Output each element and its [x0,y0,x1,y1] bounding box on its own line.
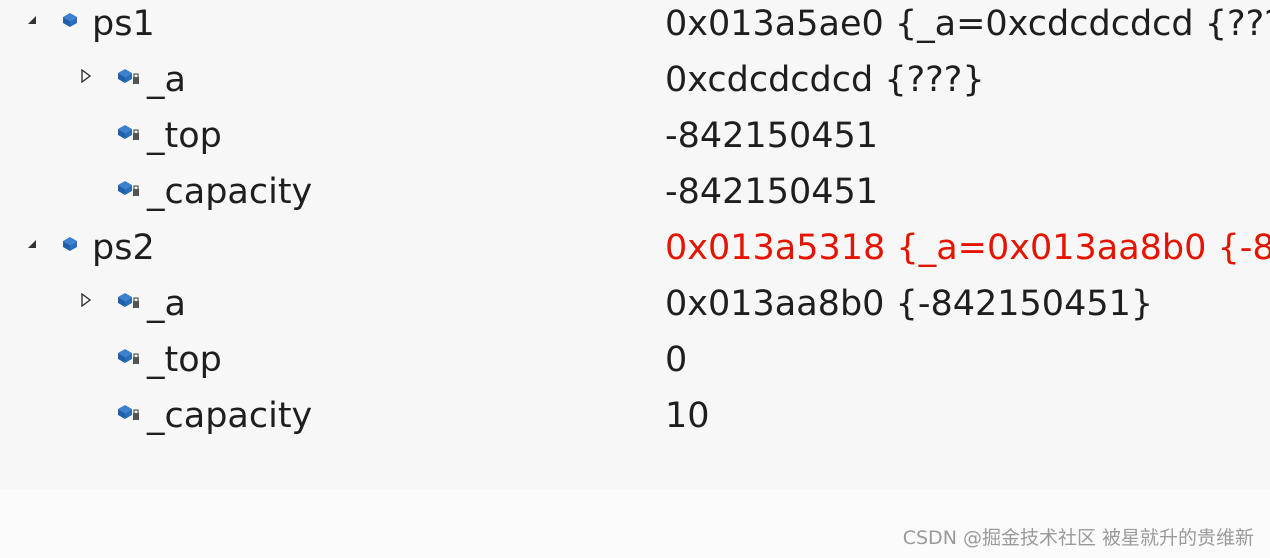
variable-name: _capacity [147,396,313,436]
object-icon [62,236,80,252]
object-icon [62,12,80,28]
variable-value[interactable]: 10 [665,394,1270,438]
watch-row-top[interactable]: _top -842150451 [0,112,1270,168]
member-field-icon [118,124,139,140]
variable-value[interactable]: -842150451 [665,170,1270,214]
member-field-icon [118,180,139,196]
watch-row-a[interactable]: _a 0xcdcdcdcd {???} [0,56,1270,112]
variable-value-changed[interactable]: 0x013a5318 {_a=0x013aa8b0 {-842150451} _… [665,226,1270,270]
variable-name: _a [147,60,186,100]
collapse-arrow-icon[interactable] [78,68,94,84]
watch-window: ps1 0x013a5ae0 {_a=0xcdcdcdcd {???} _top… [0,0,1270,490]
variable-name: _top [147,116,222,156]
watch-row-capacity[interactable]: _capacity 10 [0,392,1270,448]
expand-arrow-icon[interactable] [24,236,40,252]
expand-arrow-icon[interactable] [24,12,40,28]
collapse-arrow-icon[interactable] [78,292,94,308]
watch-row-a[interactable]: _a 0x013aa8b0 {-842150451} [0,280,1270,336]
variable-name: ps1 [92,4,155,44]
watch-row-ps2[interactable]: ps2 0x013a5318 {_a=0x013aa8b0 {-84215045… [0,224,1270,280]
member-field-icon [118,68,139,84]
watch-row-top[interactable]: _top 0 [0,336,1270,392]
variable-value[interactable]: 0x013a5ae0 {_a=0xcdcdcdcd {???} _top=-84… [665,2,1270,46]
variable-value[interactable]: 0xcdcdcdcd {???} [665,58,1270,102]
member-field-icon [118,348,139,364]
member-field-icon [118,292,139,308]
watch-row-capacity[interactable]: _capacity -842150451 [0,168,1270,224]
footer-strip: CSDN @掘金技术社区 被星就升的贵维新 [0,490,1270,558]
member-field-icon [118,404,139,420]
watermark: CSDN @掘金技术社区 被星就升的贵维新 [902,527,1254,549]
variable-name: _capacity [147,172,313,212]
variable-name: ps2 [92,228,155,268]
variable-name: _a [147,284,186,324]
variable-name: _top [147,340,222,380]
variable-value[interactable]: 0 [665,338,1270,382]
variable-value[interactable]: 0x013aa8b0 {-842150451} [665,282,1270,326]
watch-row-ps1[interactable]: ps1 0x013a5ae0 {_a=0xcdcdcdcd {???} _top… [0,0,1270,56]
variable-value[interactable]: -842150451 [665,114,1270,158]
